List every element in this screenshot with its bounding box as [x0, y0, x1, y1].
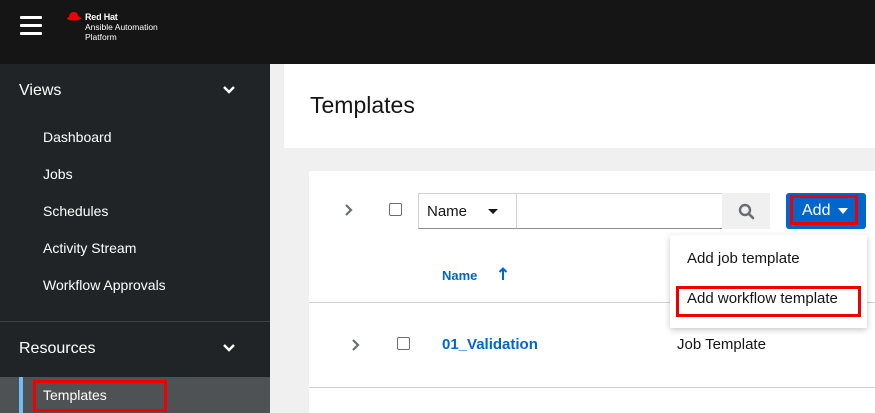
- sidebar-item-templates[interactable]: Templates: [0, 377, 270, 413]
- menu-item-label: Add workflow template: [687, 290, 838, 307]
- brand-name: Red Hat: [85, 12, 118, 22]
- select-all-checkbox[interactable]: [389, 203, 402, 216]
- chevron-down-icon: [223, 86, 235, 94]
- sidebar-item-jobs[interactable]: Jobs: [0, 156, 270, 193]
- template-name-link[interactable]: 01_Validation: [442, 336, 538, 353]
- page-header: Templates: [284, 64, 875, 148]
- hamburger-menu-icon[interactable]: [20, 16, 42, 36]
- menu-item-add-workflow-template[interactable]: Add workflow template: [670, 280, 867, 320]
- sidebar-item-dashboard[interactable]: Dashboard: [0, 119, 270, 156]
- chevron-down-icon: [223, 344, 235, 352]
- sidebar-item-label: Dashboard: [43, 129, 112, 145]
- caret-down-icon: [838, 208, 848, 214]
- caret-down-icon: [488, 209, 498, 214]
- active-indicator: [19, 377, 23, 413]
- sidebar-item-label: Jobs: [43, 166, 73, 182]
- add-button-label: Add: [802, 202, 831, 219]
- sidebar-item-label: Templates: [43, 387, 107, 403]
- sidebar-item-activity-stream[interactable]: Activity Stream: [0, 230, 270, 267]
- row-checkbox[interactable]: [397, 337, 410, 350]
- sidebar-gutter: [270, 64, 284, 413]
- sidebar: Views Dashboard Jobs Schedules Activity …: [0, 64, 270, 413]
- red-hat-logo-icon: [67, 12, 82, 21]
- add-button[interactable]: Add: [786, 193, 866, 229]
- search-icon: [738, 203, 755, 220]
- column-header-name[interactable]: Name: [442, 268, 477, 283]
- sidebar-item-schedules[interactable]: Schedules: [0, 193, 270, 230]
- page-title: Templates: [310, 92, 415, 118]
- sort-ascending-icon[interactable]: [498, 267, 508, 281]
- search-button[interactable]: [722, 193, 770, 229]
- brand-product-line-2: Platform: [85, 32, 117, 42]
- filter-attribute-select[interactable]: Name: [418, 193, 517, 229]
- sidebar-item-workflow-approvals[interactable]: Workflow Approvals: [0, 267, 270, 304]
- add-dropdown-menu: Add job template Add workflow template: [670, 235, 867, 328]
- template-type: Job Template: [677, 336, 766, 353]
- sidebar-item-label: Workflow Approvals: [43, 277, 166, 293]
- sidebar-section-label: Views: [19, 82, 62, 99]
- sidebar-section-views[interactable]: Views: [0, 64, 270, 116]
- menu-item-label: Add job template: [687, 250, 800, 267]
- sidebar-section-label: Resources: [19, 340, 96, 357]
- chevron-right-icon[interactable]: [343, 203, 355, 217]
- chevron-right-icon[interactable]: [350, 338, 362, 352]
- sidebar-section-resources[interactable]: Resources: [0, 322, 270, 374]
- search-input[interactable]: [516, 193, 723, 229]
- masthead: Red Hat Ansible Automation Platform: [0, 0, 875, 64]
- filter-attribute-label: Name: [427, 203, 468, 220]
- brand-product-line-1: Ansible Automation: [85, 22, 158, 32]
- menu-item-add-job-template[interactable]: Add job template: [670, 240, 867, 280]
- sidebar-item-label: Activity Stream: [43, 240, 137, 256]
- sidebar-item-label: Schedules: [43, 203, 109, 219]
- row-divider: [309, 387, 875, 388]
